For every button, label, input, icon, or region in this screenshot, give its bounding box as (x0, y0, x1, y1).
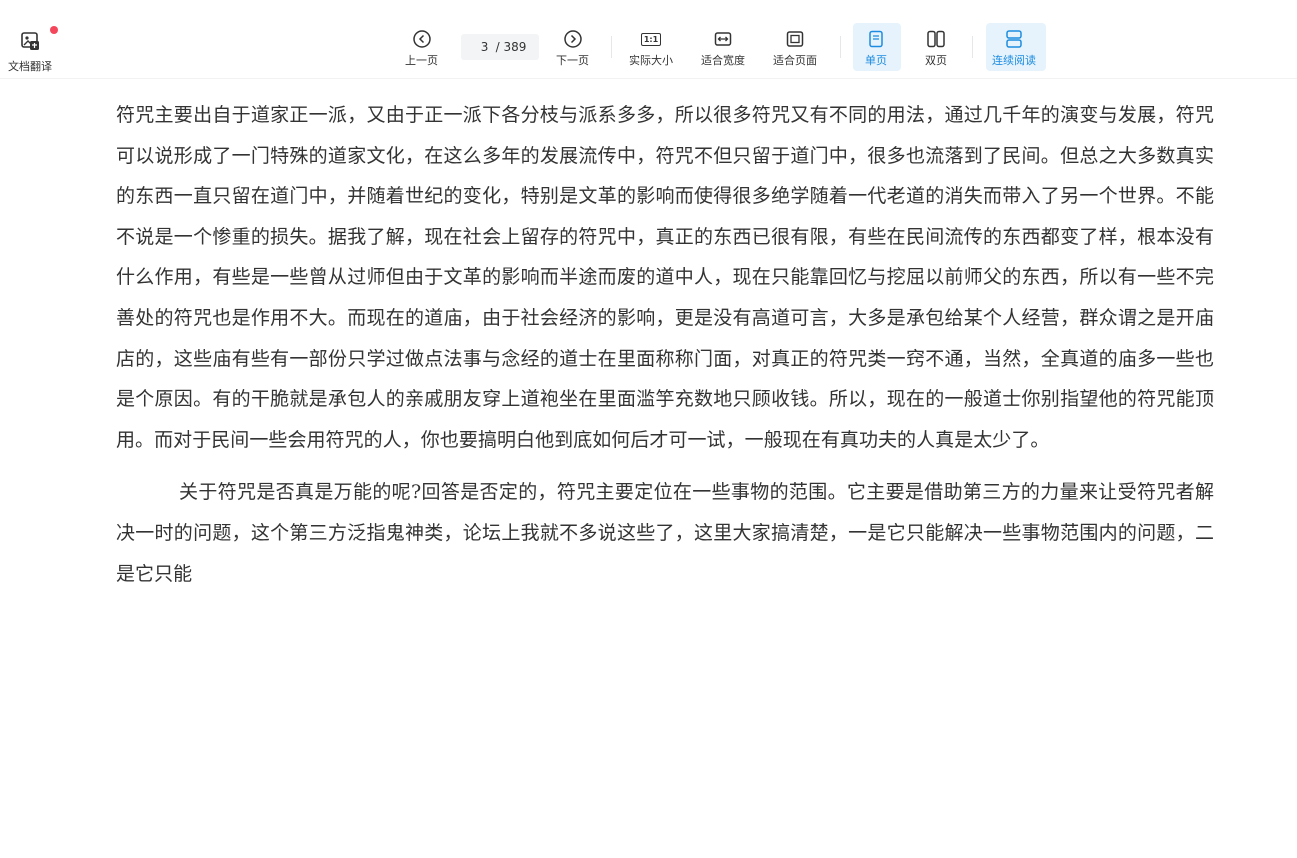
actual-size-button[interactable]: 1:1 实际大小 (629, 28, 673, 68)
double-page-icon (925, 28, 947, 50)
double-page-button[interactable]: 双页 (925, 28, 947, 68)
actual-size-icon: 1:1 (640, 28, 662, 50)
toolbar-divider (611, 36, 612, 58)
page-number-field[interactable]: 3 / 389 (461, 34, 539, 60)
document-page-content: 符咒主要出自于道家正一派，又由于正一派下各分枝与派系多多，所以很多符咒又有不同的… (116, 95, 1214, 594)
chevron-right-circle-icon (562, 28, 584, 50)
toolbar-divider (972, 36, 973, 58)
chevron-left-circle-icon (411, 28, 433, 50)
single-page-icon (865, 28, 887, 50)
fit-page-button[interactable]: 适合页面 (773, 28, 817, 68)
single-page-label: 单页 (865, 54, 887, 67)
translate-icon (19, 30, 41, 55)
fit-page-icon (784, 28, 806, 50)
next-page-button[interactable]: 下一页 (556, 28, 589, 68)
translate-button[interactable]: 文档翻译 (8, 26, 58, 74)
single-page-button[interactable]: 单页 (865, 28, 887, 68)
fit-page-label: 适合页面 (773, 54, 817, 67)
current-page[interactable]: 3 (474, 40, 496, 54)
prev-page-label: 上一页 (405, 54, 438, 67)
continuous-reading-button[interactable]: 连续阅读 (992, 28, 1036, 68)
next-page-label: 下一页 (556, 54, 589, 67)
notification-badge (50, 26, 58, 34)
fit-width-icon (712, 28, 734, 50)
reader-toolbar: 文档翻译 上一页 3 / 389 下一页 1:1 实际大小 适合宽度 适合页面 … (0, 0, 1297, 79)
translate-label: 文档翻译 (8, 60, 52, 73)
document-paragraph: 关于符咒是否真是万能的呢?回答是否定的，符咒主要定位在一些事物的范围。它主要是借… (116, 481, 1214, 585)
document-paragraph: 符咒主要出自于道家正一派，又由于正一派下各分枝与派系多多，所以很多符咒又有不同的… (116, 104, 1214, 451)
total-pages: / 389 (495, 40, 527, 54)
continuous-scroll-icon (1003, 28, 1025, 50)
prev-page-button[interactable]: 上一页 (405, 28, 438, 68)
actual-size-label: 实际大小 (629, 54, 673, 67)
toolbar-divider (840, 36, 841, 58)
fit-width-label: 适合宽度 (701, 54, 745, 67)
double-page-label: 双页 (925, 54, 947, 67)
continuous-reading-label: 连续阅读 (992, 54, 1036, 67)
fit-width-button[interactable]: 适合宽度 (701, 28, 745, 68)
